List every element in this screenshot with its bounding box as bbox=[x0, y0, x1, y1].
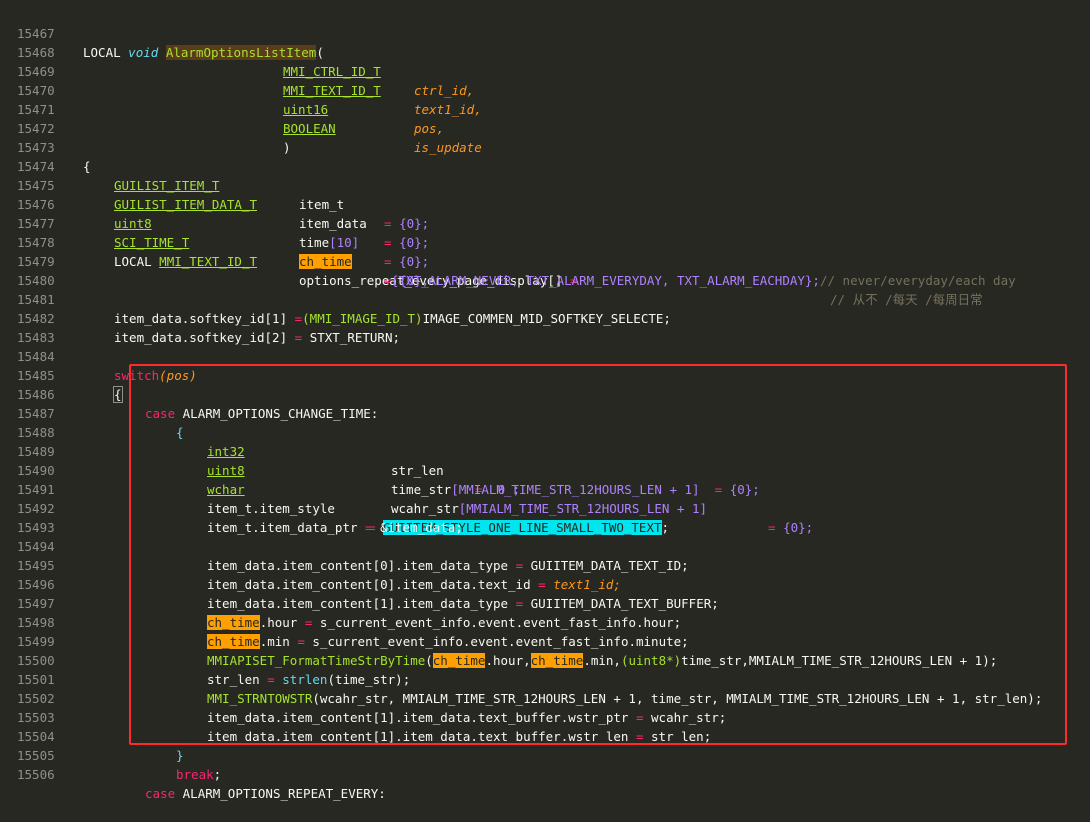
code-line[interactable]: 15468 MMI_CTRL_ID_T ctrl_id, bbox=[0, 24, 1090, 98]
highlight-box bbox=[129, 364, 1067, 745]
code-line[interactable]: 15467 LOCAL void AlarmOptionsListItem( bbox=[0, 5, 1090, 60]
code-line[interactable]: 15482 item_data.softkey_id[2] = STXT_RET… bbox=[0, 290, 1090, 345]
line-content: break; bbox=[176, 767, 222, 782]
line-content: case ALARM_OPTIONS_REPEAT_EVERY: bbox=[145, 786, 386, 801]
code-line[interactable]: 15471 BOOLEAN is_update bbox=[0, 81, 1090, 155]
code-line[interactable]: 15473 { bbox=[0, 119, 1090, 174]
code-line[interactable]: 15506 case ALARM_OPTIONS_REPEAT_EVERY: bbox=[0, 746, 1090, 801]
code-line[interactable]: 15477 SCI_TIME_T ch_time = {0}; bbox=[0, 195, 1090, 288]
code-line[interactable]: 15474 GUILIST_ITEM_T item_t = {0}; bbox=[0, 138, 1090, 231]
code-line[interactable]: 15478 LOCAL MMI_TEXT_ID_T options_repeat… bbox=[0, 214, 1090, 307]
code-editor[interactable]: 15467 LOCAL void AlarmOptionsListItem( 1… bbox=[0, 0, 1090, 801]
code-line[interactable]: 15480 bbox=[0, 252, 1090, 288]
code-line[interactable]: 15484 switch(pos) bbox=[0, 328, 1090, 383]
code-line[interactable]: 15476 uint8 time[10] = {0}; bbox=[0, 176, 1090, 269]
code-line[interactable]: 15469 MMI_TEXT_ID_T text1_id, bbox=[0, 43, 1090, 117]
code-line[interactable]: 15475 GUILIST_ITEM_DATA_T item_data = {0… bbox=[0, 157, 1090, 250]
code-line[interactable]: 15481 item_data.softkey_id[1] =(MMI_IMAG… bbox=[0, 271, 1090, 326]
code-line[interactable]: 15470 uint16 pos, bbox=[0, 62, 1090, 136]
code-line[interactable]: 15483 bbox=[0, 309, 1090, 345]
code-line[interactable]: 15472 ) bbox=[0, 100, 1090, 155]
line-number: 15506 bbox=[17, 767, 55, 782]
code-line[interactable]: 15479 {TXT_ALARM_NEVER, TXT_ALARM_EVERYD… bbox=[0, 233, 1090, 288]
